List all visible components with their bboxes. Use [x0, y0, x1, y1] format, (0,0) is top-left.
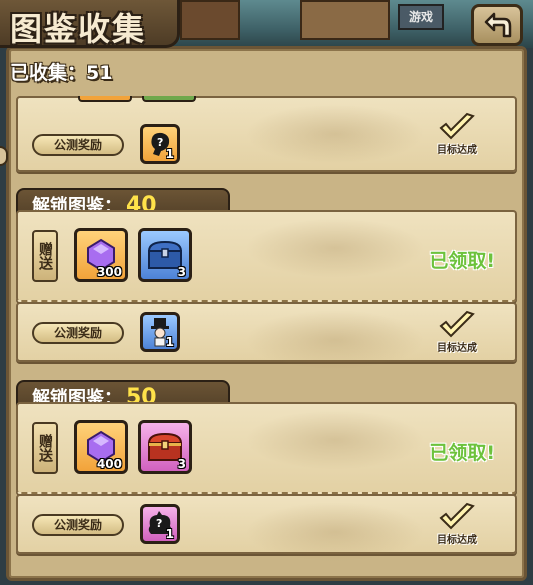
item-quantity: 1: [165, 335, 174, 349]
beta-reward-label: 公测奖励: [32, 322, 124, 344]
goal-achieved-badge: 目标达成: [427, 502, 487, 546]
goal-achieved-badge: 目标达成: [427, 310, 487, 354]
item-quantity: 1: [165, 527, 174, 541]
gift-item-gem[interactable]: 400: [74, 420, 128, 474]
item-quantity: 300: [96, 265, 122, 279]
claimed-status: 已领取!: [429, 250, 495, 272]
claimed-status: 已领取!: [429, 442, 495, 464]
collected-value: 51: [86, 62, 113, 84]
goal-achieved-label: 目标达成: [437, 145, 477, 156]
item-quantity: 3: [177, 457, 186, 471]
game-sign: 游戏: [398, 4, 444, 30]
beta-reward-item[interactable]: ? 1: [140, 124, 180, 164]
back-arrow-icon: [484, 12, 512, 38]
goal-achieved-label: 目标达成: [437, 343, 477, 354]
goal-achieved-label: 目标达成: [437, 535, 477, 546]
reward-row-beta: 公测奖励 ? 1 目标达成: [16, 494, 517, 562]
page-title: 图鉴收集: [10, 10, 147, 48]
partial-item-orange: [78, 96, 132, 102]
gift-tag: 赠送: [32, 230, 58, 282]
reward-row-beta: 公测奖励 ? 1 目标达成: [16, 96, 517, 172]
svg-text:?: ?: [157, 136, 163, 149]
beta-reward-item[interactable]: 1: [140, 312, 180, 352]
checkmark-icon: [439, 310, 475, 338]
collected-count: 已收集：51: [10, 58, 112, 85]
building-decoration: [300, 0, 390, 40]
back-button[interactable]: [471, 4, 523, 46]
beta-reward-label: 公测奖励: [32, 134, 124, 156]
reward-row-beta: 公测奖励 1 目标达成: [16, 302, 517, 370]
beta-reward-label: 公测奖励: [32, 514, 124, 536]
item-quantity: 3: [177, 265, 186, 279]
gift-tag: 赠送: [32, 422, 58, 474]
checkmark-icon: [439, 112, 475, 140]
collected-label: 已收集：: [10, 62, 87, 84]
checkmark-icon: [439, 502, 475, 530]
goal-achieved-badge: 目标达成: [427, 112, 487, 156]
reward-list[interactable]: 公测奖励 ? 1 目标达成 解锁图鉴： 40 赠送 300 3 已领取! 公测奖…: [12, 96, 520, 580]
item-quantity: 400: [96, 457, 122, 471]
svg-text:?: ?: [156, 517, 162, 530]
gift-row: 赠送 300 3 已领取!: [16, 210, 517, 302]
gift-row: 赠送 400 3 已领取!: [16, 402, 517, 494]
beta-reward-item[interactable]: ? 1: [140, 504, 180, 544]
gift-item-gem[interactable]: 300: [74, 228, 128, 282]
building-decoration: [180, 0, 240, 40]
gift-item-chest[interactable]: 3: [138, 228, 192, 282]
item-quantity: 1: [165, 147, 174, 161]
gift-item-chest[interactable]: 3: [138, 420, 192, 474]
partial-item-green: [142, 96, 196, 102]
